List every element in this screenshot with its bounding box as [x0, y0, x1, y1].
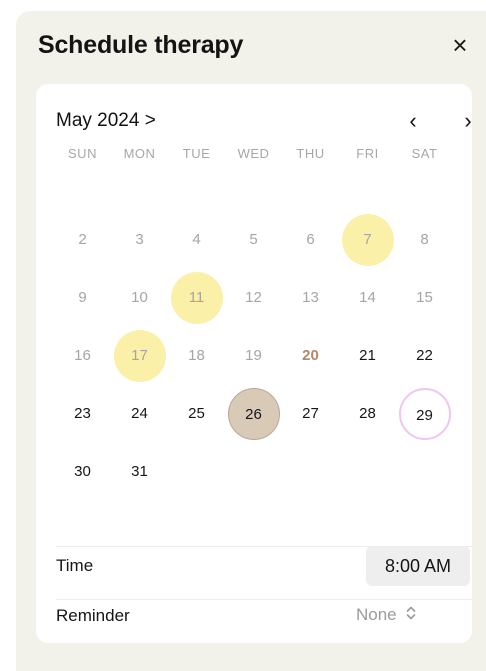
page-title: Schedule therapy: [38, 31, 244, 59]
calendar-day[interactable]: 13: [285, 272, 337, 324]
reminder-select[interactable]: None: [356, 605, 417, 626]
calendar-day[interactable]: 14: [342, 272, 394, 324]
calendar-day[interactable]: 20: [285, 330, 337, 382]
chevron-right-icon[interactable]: ›: [454, 106, 482, 136]
time-label: Time: [56, 556, 94, 575]
calendar-day[interactable]: 30: [57, 446, 109, 498]
calendar-day[interactable]: 21: [342, 330, 394, 382]
calendar-day[interactable]: 31: [114, 446, 166, 498]
calendar-day[interactable]: 16: [57, 330, 109, 382]
calendar-day[interactable]: 10: [114, 272, 166, 324]
close-icon[interactable]: ×: [446, 31, 474, 59]
calendar-day[interactable]: 9: [57, 272, 109, 324]
calendar-day[interactable]: 18: [171, 330, 223, 382]
calendar-day[interactable]: 12: [228, 272, 280, 324]
reminder-label: Reminder: [56, 606, 130, 625]
reminder-value: None: [356, 605, 397, 624]
schedule-therapy-sheet: Schedule therapy × May 2024 > ‹ › SUN MO…: [16, 11, 486, 671]
time-picker[interactable]: 8:00 AM: [366, 546, 470, 586]
calendar-day[interactable]: 4: [171, 214, 223, 266]
calendar-day[interactable]: 29: [398, 388, 451, 440]
calendar-day[interactable]: 27: [285, 388, 337, 440]
calendar-card: May 2024 > ‹ › SUN MON TUE WED THU FRI S…: [36, 84, 472, 643]
calendar-day[interactable]: 28: [342, 388, 394, 440]
calendar-day[interactable]: 23: [57, 388, 109, 440]
calendar-day[interactable]: 11: [170, 272, 223, 324]
calendar-day[interactable]: 5: [228, 214, 280, 266]
calendar-day[interactable]: 19: [228, 330, 280, 382]
calendar-day[interactable]: 22: [399, 330, 451, 382]
calendar-day[interactable]: 2: [57, 214, 109, 266]
calendar-day[interactable]: 6: [285, 214, 337, 266]
calendar-day[interactable]: 26: [227, 388, 280, 440]
calendar-day[interactable]: 8: [399, 214, 451, 266]
calendar-day[interactable]: 24: [114, 388, 166, 440]
calendar-day[interactable]: 17: [113, 330, 166, 382]
divider: [56, 599, 472, 600]
calendar-grid: 2 3 4 5 6 7 8 9 10 11 12 13 14 15 16 17 18 19 20 21 22 23 24 25…: [54, 84, 454, 564]
calendar-day[interactable]: 7: [341, 214, 394, 266]
calendar-day[interactable]: 15: [399, 272, 451, 324]
calendar-day[interactable]: 25: [171, 388, 223, 440]
updown-chevron-icon: [405, 605, 417, 626]
calendar-day[interactable]: 3: [114, 214, 166, 266]
